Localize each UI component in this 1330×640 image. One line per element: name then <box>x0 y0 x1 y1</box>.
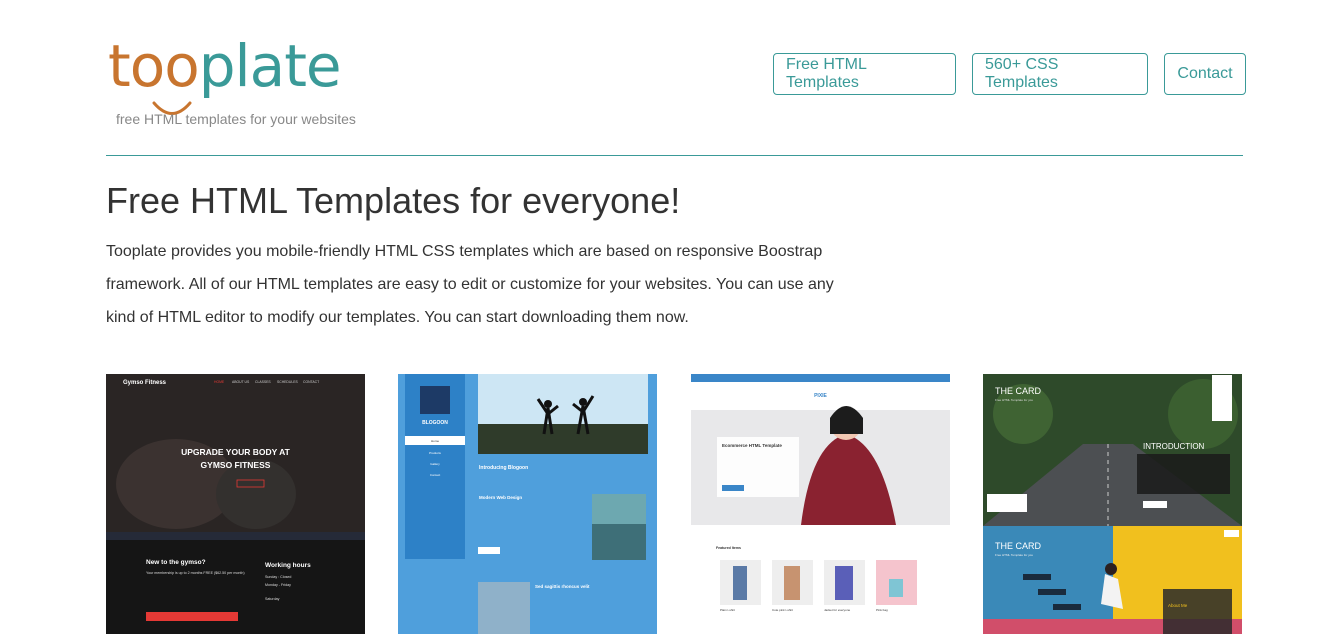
blogoon-post-3-title: Sed sagittis rhoncus velit <box>535 584 590 589</box>
gymso-thumbnail: Gymso Fitness HOME ABOUT US CLASSES SCHE… <box>106 374 365 634</box>
svg-text:CONTACT: CONTACT <box>303 380 319 384</box>
svg-text:Sunday : Closed: Sunday : Closed <box>265 575 291 579</box>
tagline: free HTML templates for your websites <box>116 111 356 127</box>
blogoon-post-1-title: Introducing Blogoon <box>479 465 528 471</box>
pixie-brand: PIXIE <box>814 393 827 399</box>
the-card-intro-heading: INTRODUCTION <box>1143 442 1205 451</box>
svg-text:Home: Home <box>431 439 439 443</box>
svg-text:Contact: Contact <box>430 473 441 477</box>
page-title: Free HTML Templates for everyone! <box>106 180 681 221</box>
gymso-brand: Gymso Fitness <box>123 380 167 386</box>
svg-text:Jacket for everyone: Jacket for everyone <box>824 608 851 612</box>
svg-text:Products: Products <box>429 451 441 455</box>
gymso-headline-1: UPGRADE YOUR BODY AT <box>181 447 291 457</box>
nav-contact[interactable]: Contact <box>1164 53 1246 95</box>
template-card-gymso[interactable]: Gymso Fitness HOME ABOUT US CLASSES SCHE… <box>106 374 365 634</box>
template-card-blogoon[interactable]: BLOGOON Home Products Gallery Contact In… <box>398 374 657 634</box>
svg-text:Pink bag: Pink bag <box>876 608 888 612</box>
svg-text:CLASSES: CLASSES <box>255 380 271 384</box>
svg-text:SCHEDULES: SCHEDULES <box>277 380 298 384</box>
top-nav: Free HTML Templates 560+ CSS Templates C… <box>773 53 1246 95</box>
the-card-title-2: THE CARD <box>995 541 1042 551</box>
svg-text:Free HTML Template for you: Free HTML Template for you <box>995 398 1033 402</box>
blogoon-thumbnail: BLOGOON Home Products Gallery Contact In… <box>398 374 657 634</box>
svg-text:Free HTML Template for you: Free HTML Template for you <box>995 553 1033 557</box>
gymso-headline-2: GYMSO FITNESS <box>201 460 271 470</box>
svg-text:ABOUT US: ABOUT US <box>232 380 250 384</box>
the-card-about-heading: About Me <box>1168 603 1188 608</box>
pixie-banner-title: Ecommerce HTML Template <box>722 443 782 448</box>
blogoon-brand: BLOGOON <box>422 420 448 426</box>
svg-text:Plain t-shirt: Plain t-shirt <box>720 608 735 612</box>
tooplate-logo[interactable]: tooplate <box>108 26 378 115</box>
gymso-hours-title: Working hours <box>265 562 311 569</box>
gymso-promo-title: New to the gymso? <box>146 559 206 566</box>
the-card-title-1: THE CARD <box>995 386 1042 396</box>
svg-text:Monday - Friday: Monday - Friday <box>265 583 291 587</box>
svg-text:HOME: HOME <box>214 380 225 384</box>
template-card-pixie[interactable]: PIXIE Ecommerce HTML Template Featured I… <box>691 374 950 634</box>
header-divider <box>106 155 1243 156</box>
svg-text:Cute pink t-shirt: Cute pink t-shirt <box>772 608 793 612</box>
blogoon-post-2-title: Modern Web Design <box>479 495 522 500</box>
gymso-promo-text: Your membership is up to 2 months FREE (… <box>146 571 245 575</box>
intro-paragraph: Tooplate provides you mobile-friendly HT… <box>106 243 834 326</box>
svg-text:Saturday: Saturday <box>265 597 280 601</box>
the-card-thumbnail: THE CARD Free HTML Template for you INTR… <box>983 374 1242 634</box>
svg-text:Gallery: Gallery <box>430 462 440 466</box>
pixie-section-title: Featured Items <box>716 546 741 550</box>
nav-css-templates[interactable]: 560+ CSS Templates <box>972 53 1148 95</box>
template-card-the-card[interactable]: THE CARD Free HTML Template for you INTR… <box>983 374 1242 634</box>
logo-wordmark: tooplate <box>108 32 342 100</box>
pixie-thumbnail: PIXIE Ecommerce HTML Template Featured I… <box>691 374 950 634</box>
nav-free-html-templates[interactable]: Free HTML Templates <box>773 53 956 95</box>
